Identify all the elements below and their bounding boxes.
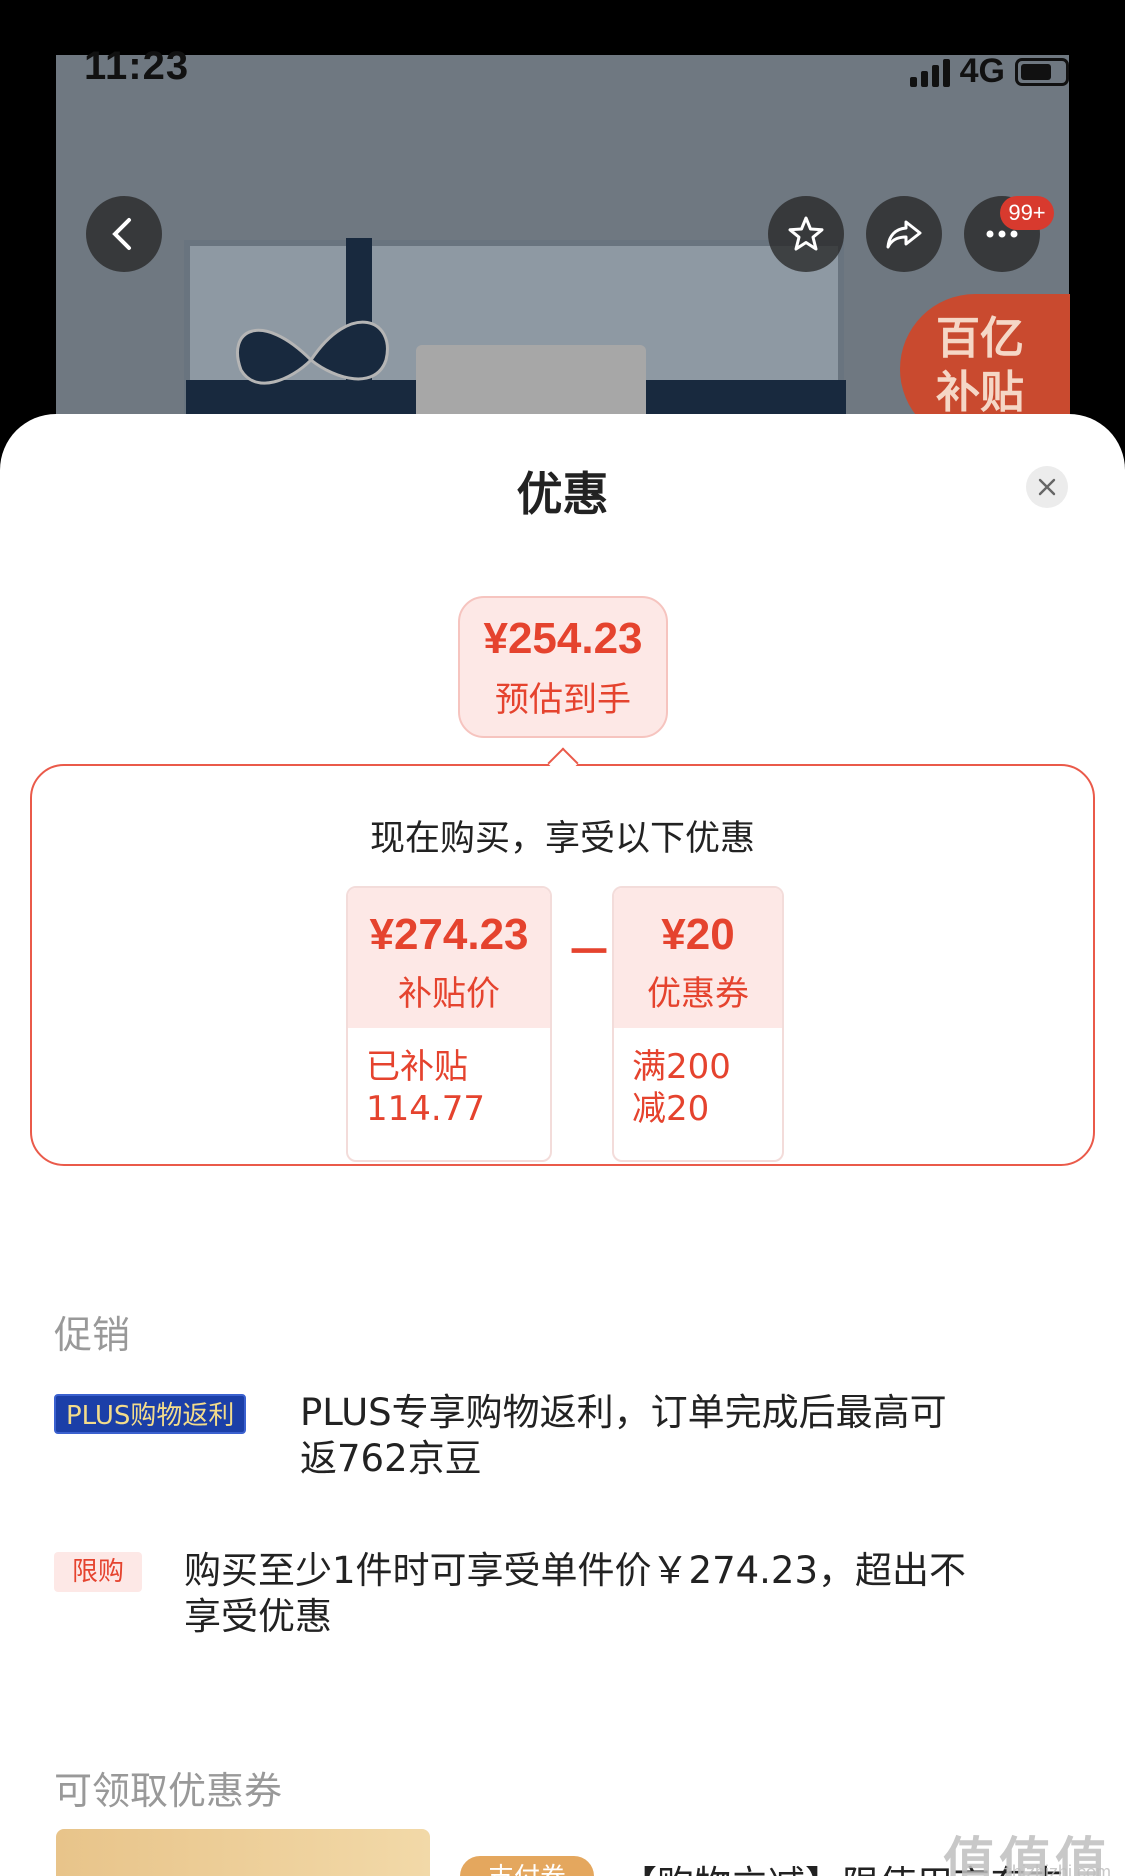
- discount-sheet: 优惠 ¥254.23 预估到手 现在购买，享受以下优惠 ¥274.23 补贴价 …: [0, 414, 1125, 1876]
- subsidy-price-tile: ¥274.23 补贴价 已补贴 114.77: [346, 886, 552, 1162]
- coupon-label: 优惠券: [647, 974, 749, 1014]
- subsidy-detail-line2: 114.77: [366, 1089, 485, 1129]
- coupons-heading: 可领取优惠券: [54, 1769, 283, 1813]
- estimated-price-box: ¥254.23 预估到手: [458, 596, 668, 738]
- frame-right: [1069, 0, 1125, 430]
- battery-icon: [1015, 57, 1069, 86]
- close-icon: [1038, 478, 1056, 496]
- back-button[interactable]: [86, 196, 162, 272]
- plus-rebate-tag: PLUS购物返利: [54, 1394, 247, 1434]
- signal-icon: [909, 57, 950, 87]
- coupon-amount: ¥20: [661, 910, 735, 959]
- promo-item-plus[interactable]: PLUS购物返利 PLUS专享购物返利，订单完成后最高可 返762京豆: [54, 1391, 1064, 1490]
- minus-operator: －: [566, 925, 612, 979]
- subsidy-price: ¥274.23: [369, 910, 529, 959]
- status-icons: 4G: [909, 52, 1069, 91]
- promo-text-line2: 享受优惠: [184, 1595, 332, 1638]
- chevron-left-icon: [112, 218, 131, 250]
- discount-breakdown: 现在购买，享受以下优惠 ¥274.23 补贴价 已补贴 114.77 － ¥20…: [30, 764, 1095, 1166]
- more-badge: 99+: [1000, 196, 1054, 230]
- subsidy-detail: 已补贴 114.77: [348, 1028, 550, 1130]
- coupon-header: ¥20 优惠券: [614, 888, 782, 1028]
- star-icon: [788, 216, 824, 251]
- subsidy-price-header: ¥274.23 补贴价: [348, 888, 550, 1028]
- sheet-title: 优惠: [516, 467, 609, 521]
- network-type: 4G: [959, 52, 1005, 90]
- promo-item-limit[interactable]: 限购 购买至少1件时可享受单件价￥274.23，超出不 享受优惠: [54, 1549, 1064, 1648]
- promo-text: 购买至少1件时可享受单件价￥274.23，超出不 享受优惠: [184, 1548, 966, 1640]
- coupon-detail: 满200 减20: [614, 1028, 782, 1130]
- subsidy-detail-line1: 已补贴: [366, 1047, 468, 1087]
- close-button[interactable]: [1026, 466, 1068, 508]
- favorite-button[interactable]: [768, 196, 844, 272]
- estimated-price-label: 预估到手: [495, 680, 631, 720]
- frame-left: [0, 0, 56, 430]
- promotions-heading: 促销: [54, 1313, 131, 1357]
- estimated-price: ¥254.23: [483, 614, 643, 663]
- promo-text-line2: 返762京豆: [300, 1437, 482, 1480]
- coupon-detail-line2: 减20: [632, 1089, 710, 1129]
- watermark-url: zhizhizhi.com: [1002, 1862, 1111, 1876]
- breakdown-title: 现在购买，享受以下优惠: [369, 819, 755, 859]
- payment-coupon-tag: 支付券: [460, 1856, 594, 1876]
- promo-text-line1: 购买至少1件时可享受单件价￥274.23，超出不: [184, 1549, 967, 1592]
- coupon-tile: ¥20 优惠券 满200 减20: [612, 886, 784, 1162]
- coupon-card[interactable]: [56, 1829, 430, 1876]
- subsidy-badge-line2: 补贴: [936, 367, 1024, 418]
- promo-text-line1: PLUS专享购物返利，订单完成后最高可: [300, 1391, 947, 1434]
- coupon-detail-line1: 满200: [632, 1047, 731, 1087]
- status-time: 11:23: [84, 44, 190, 88]
- subsidy-price-label: 补贴价: [398, 974, 500, 1014]
- promo-text: PLUS专享购物返利，订单完成后最高可 返762京豆: [300, 1390, 947, 1482]
- share-icon: [886, 220, 922, 249]
- purchase-limit-tag: 限购: [54, 1552, 143, 1592]
- share-button[interactable]: [866, 196, 942, 272]
- subsidy-badge-line1: 百亿: [936, 313, 1024, 364]
